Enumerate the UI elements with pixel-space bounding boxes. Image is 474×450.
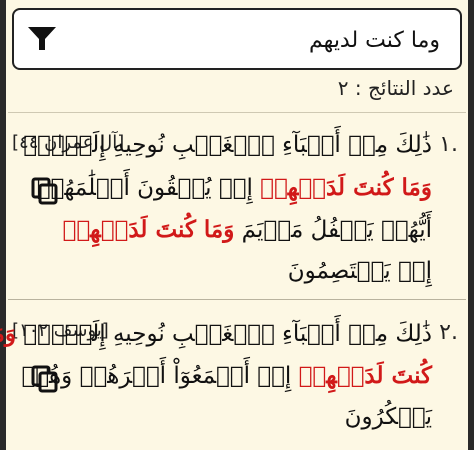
verse-text: أَيُّهُمۡ يَكۡفُلُ مَرۡيَمَ xyxy=(234,217,432,243)
search-input[interactable] xyxy=(68,20,442,60)
result-number: .١ xyxy=(439,132,458,157)
verse-line: يَمۡكُرُونَ xyxy=(345,404,432,430)
divider xyxy=(8,112,466,113)
filter-button[interactable] xyxy=(26,24,58,54)
verse-text: إِذۡ يُلۡقُونَ أَقۡلَٰمَهُمۡ xyxy=(36,175,261,201)
verse-text: ذَٰلِكَ مِنۡ أَنۢبَآءِ ٱلۡغَيۡبِ نُوحِيه… xyxy=(23,132,432,158)
result-separator xyxy=(8,299,466,300)
search-result-item[interactable]: .١ [آل عمران ٤٤] ذَٰلِكَ مِنۡ أَنۢبَآءِ … xyxy=(12,120,462,296)
verse-line: إِذۡ يَخۡتَصِمُونَ xyxy=(288,258,432,284)
verse-text: إِذۡ يَخۡتَصِمُونَ xyxy=(287,258,432,284)
verse-line: أَيُّهُمۡ يَكۡفُلُ مَرۡيَمَ وَمَا كُنتَ … xyxy=(63,216,432,243)
verse-text: يَمۡكُرُونَ xyxy=(344,404,432,430)
result-number: .٢ xyxy=(439,320,458,345)
filter-funnel-icon xyxy=(28,27,56,50)
highlighted-match: وَمَا كُنتَ لَدَيۡهِمۡ xyxy=(62,216,235,243)
verse-text: ذَٰلِكَ مِنۡ أَنۢبَآءِ ٱلۡغَيۡبِ نُوحِيه… xyxy=(15,321,432,347)
highlighted-match: وَمَا كُنتَ لَدَيۡهِمۡ xyxy=(260,174,432,201)
verse-line: ذَٰلِكَ مِنۡ أَنۢبَآءِ ٱلۡغَيۡبِ نُوحِيه… xyxy=(23,132,432,158)
verse-line: وَمَا كُنتَ لَدَيۡهِمۡ إِذۡ يُلۡقُونَ أَ… xyxy=(37,174,432,201)
verse-line: ذَٰلِكَ مِنۡ أَنۢبَآءِ ٱلۡغَيۡبِ نُوحِيه… xyxy=(0,320,432,347)
results-count-label: عدد النتائج : ٢ xyxy=(337,76,454,100)
verse-text: إِذۡ أَجۡمَعُوٓاْ أَمۡرَهُمۡ وَهُمۡ xyxy=(21,363,299,389)
search-bar xyxy=(12,8,462,70)
highlighted-match: وَمَا xyxy=(0,320,16,347)
highlighted-match: كُنتَ لَدَيۡهِمۡ xyxy=(298,362,432,389)
verse-line: كُنتَ لَدَيۡهِمۡ إِذۡ أَجۡمَعُوٓاْ أَمۡر… xyxy=(21,362,432,389)
search-result-item[interactable]: .٢ [يوسف ١٠٢] ذَٰلِكَ مِنۡ أَنۢبَآءِ ٱلۡ… xyxy=(0,308,462,444)
